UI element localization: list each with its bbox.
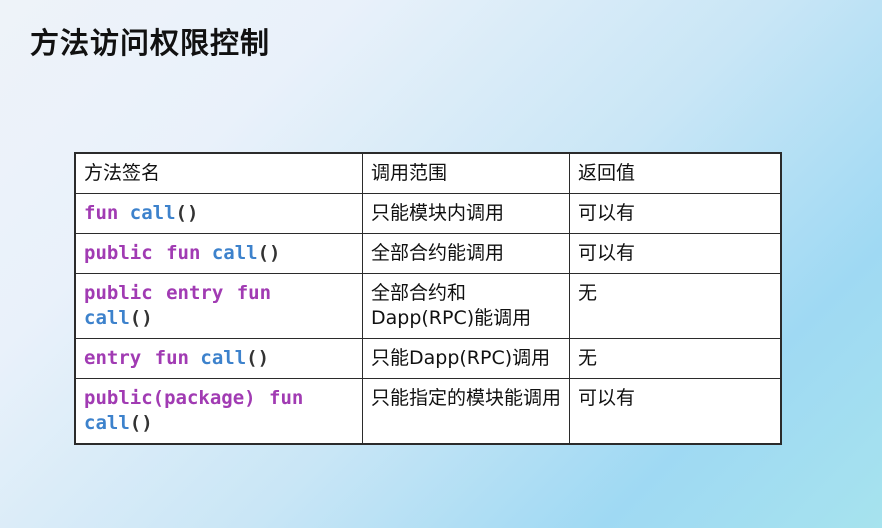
- sig-function: call: [200, 347, 247, 369]
- table-row: public fun call() 全部合约能调用 可以有: [74, 233, 782, 274]
- sig-parens: (): [129, 412, 153, 434]
- slide-title: 方法访问权限控制: [30, 26, 271, 60]
- signature-cell: fun call(): [74, 193, 363, 234]
- table-row: public entry fun call() 全部合约和Dapp(RPC)能调用…: [74, 273, 782, 339]
- return-cell: 无: [569, 273, 782, 339]
- signature-cell: public entry fun call(): [74, 273, 363, 339]
- sig-keyword: entry fun: [84, 347, 189, 369]
- scope-cell: 只能模块内调用: [362, 193, 570, 234]
- return-cell: 无: [569, 338, 782, 379]
- sig-function: call: [84, 307, 130, 329]
- sig-function: call: [129, 202, 176, 224]
- sig-keyword: public(package) fun: [84, 387, 304, 409]
- header-return: 返回值: [569, 152, 782, 194]
- sig-parens: (): [175, 202, 199, 224]
- table-row: entry fun call() 只能Dapp(RPC)调用 无: [74, 338, 782, 379]
- scope-cell: 只能指定的模块能调用: [362, 378, 570, 445]
- sig-keyword: public entry fun: [84, 282, 272, 304]
- signature-cell: entry fun call(): [74, 338, 363, 379]
- sig-function: call: [84, 412, 130, 434]
- sig-parens: (): [129, 307, 153, 329]
- signature-cell: public fun call(): [74, 233, 363, 274]
- return-cell: 可以有: [569, 378, 782, 445]
- signature-cell: public(package) fun call(): [74, 378, 363, 445]
- sig-keyword: public fun: [84, 242, 201, 264]
- return-cell: 可以有: [569, 233, 782, 274]
- table-header-row: 方法签名 调用范围 返回值: [74, 152, 782, 194]
- sig-keyword: fun: [84, 202, 119, 224]
- return-cell: 可以有: [569, 193, 782, 234]
- scope-cell: 全部合约和Dapp(RPC)能调用: [362, 273, 570, 339]
- header-signature: 方法签名: [74, 152, 363, 194]
- header-scope: 调用范围: [362, 152, 570, 194]
- sig-parens: (): [246, 347, 270, 369]
- scope-cell: 只能Dapp(RPC)调用: [362, 338, 570, 379]
- access-control-table: 方法签名 调用范围 返回值 fun call() 只能模块内调用 可以有 pub…: [74, 152, 782, 445]
- table-row: public(package) fun call() 只能指定的模块能调用 可以有: [74, 378, 782, 445]
- scope-cell: 全部合约能调用: [362, 233, 570, 274]
- table-row: fun call() 只能模块内调用 可以有: [74, 193, 782, 234]
- sig-parens: (): [257, 242, 281, 264]
- sig-function: call: [211, 242, 258, 264]
